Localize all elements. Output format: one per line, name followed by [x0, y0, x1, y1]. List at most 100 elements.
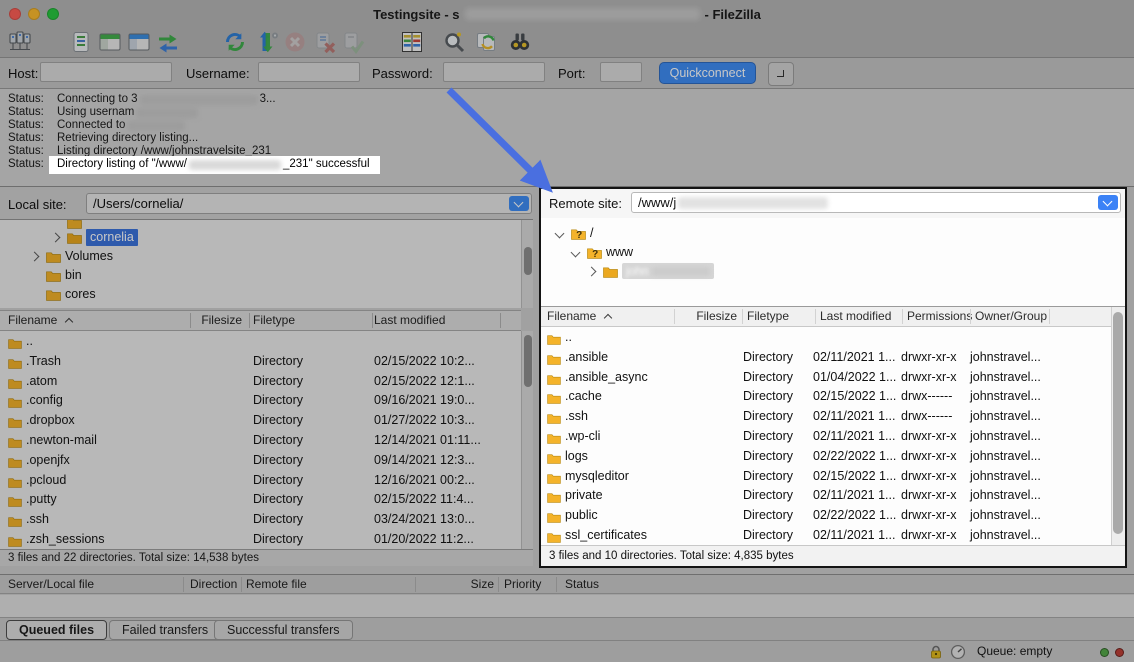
file-row-pcloud[interactable]: .pcloudDirectory12/16/2021 00:2... — [0, 470, 521, 490]
column-divider[interactable] — [500, 313, 501, 328]
file-row-mysqleditor[interactable]: mysqleditorDirectory02/15/2022 1...drwxr… — [541, 466, 1111, 486]
connection-error-indicator — [1115, 648, 1124, 657]
remote-tree-icon[interactable] — [127, 30, 151, 54]
column-divider[interactable] — [902, 309, 903, 324]
password-label: Password: — [372, 66, 433, 81]
port-input[interactable] — [600, 62, 642, 82]
username-input[interactable] — [258, 62, 360, 82]
column-divider[interactable] — [970, 309, 971, 324]
file-row-ansible-async[interactable]: .ansible_asyncDirectory01/04/2022 1...dr… — [541, 367, 1111, 387]
column-header-priority[interactable]: Priority — [504, 575, 541, 593]
remote-site-dropdown-button[interactable] — [1098, 195, 1118, 210]
synchronized-browsing-icon[interactable] — [474, 30, 498, 54]
column-header-remote-file[interactable]: Remote file — [246, 575, 307, 593]
find-files-icon[interactable] — [508, 30, 532, 54]
lock-icon[interactable] — [928, 644, 944, 660]
column-divider[interactable] — [674, 309, 675, 324]
file-row-private[interactable]: privateDirectory02/11/2021 1...drwxr-xr-… — [541, 485, 1111, 505]
column-header-size[interactable]: Size — [420, 575, 494, 593]
tab-queued-files[interactable]: Queued files — [6, 620, 107, 640]
column-header-owner-group[interactable]: Owner/Group — [975, 307, 1047, 326]
file-row-newton-mail[interactable]: .newton-mailDirectory12/14/2021 01:11... — [0, 430, 521, 450]
file-row-config[interactable]: .configDirectory09/16/2021 19:0... — [0, 390, 521, 410]
tab-failed-transfers[interactable]: Failed transfers — [109, 620, 221, 640]
local-site-combobox[interactable]: /Users/cornelia/ — [86, 193, 532, 214]
file-row-public[interactable]: publicDirectory02/22/2022 1...drwxr-xr-x… — [541, 505, 1111, 525]
column-header-direction[interactable]: Direction — [190, 575, 237, 593]
column-header-status[interactable]: Status — [565, 575, 599, 593]
filter-icon[interactable] — [442, 30, 466, 54]
column-divider[interactable] — [241, 577, 242, 592]
quickconnect-dropdown-button[interactable] — [768, 62, 794, 86]
file-row-ansible[interactable]: .ansibleDirectory02/11/2021 1...drwxr-xr… — [541, 347, 1111, 367]
column-header-filesize[interactable]: Filesize — [679, 307, 737, 326]
transfer-queue-icon[interactable] — [156, 30, 180, 54]
file-row-putty[interactable]: .puttyDirectory02/15/2022 11:4... — [0, 489, 521, 509]
column-divider[interactable] — [190, 313, 191, 328]
process-queue-icon[interactable] — [256, 30, 280, 54]
site-manager-icon[interactable] — [8, 30, 32, 54]
column-header-filesize[interactable]: Filesize — [192, 311, 242, 330]
local-tree-scrollbar-thumb[interactable] — [524, 247, 532, 275]
file-row-ssh[interactable]: .sshDirectory03/24/2021 13:0... — [0, 509, 521, 529]
directory-comparison-icon[interactable] — [400, 30, 424, 54]
column-divider[interactable] — [815, 309, 816, 324]
chevron-right-icon[interactable] — [51, 233, 61, 243]
column-header-filetype[interactable]: Filetype — [253, 311, 295, 330]
file-row-dropbox[interactable]: .dropboxDirectory01/27/2022 10:3... — [0, 410, 521, 430]
file-row-wp-cli[interactable]: .wp-cliDirectory02/11/2021 1...drwxr-xr-… — [541, 426, 1111, 446]
quickconnect-button[interactable]: Quickconnect — [659, 62, 756, 84]
column-header-filetype[interactable]: Filetype — [747, 307, 789, 326]
tree-item-cores[interactable]: cores — [0, 285, 521, 304]
file-row-atom[interactable]: .atomDirectory02/15/2022 12:1... — [0, 371, 521, 391]
file-row-zsh-sessions[interactable]: .zsh_sessionsDirectory01/20/2022 11:2... — [0, 529, 521, 549]
file-owner-group: johnstravel... — [970, 426, 1041, 446]
column-divider[interactable] — [556, 577, 557, 592]
chevron-down-icon[interactable] — [571, 248, 581, 258]
file-row-logs[interactable]: logsDirectory02/22/2022 1...drwxr-xr-xjo… — [541, 446, 1111, 466]
local-site-dropdown-button[interactable] — [509, 196, 529, 211]
host-input[interactable] — [40, 62, 172, 82]
column-divider[interactable] — [415, 577, 416, 592]
column-header-last-modified[interactable]: Last modified — [820, 307, 891, 326]
file-row-cache[interactable]: .cacheDirectory02/15/2022 1...drwx------… — [541, 386, 1111, 406]
local-tree-icon[interactable] — [98, 30, 122, 54]
column-header-permissions[interactable]: Permissions — [907, 307, 972, 326]
file-row-trash[interactable]: .TrashDirectory02/15/2022 10:2... — [0, 351, 521, 371]
local-list-scrollbar-thumb[interactable] — [524, 335, 532, 387]
column-header-filename[interactable]: Filename — [8, 311, 72, 330]
column-divider[interactable] — [1049, 309, 1050, 324]
tree-item-label: Volumes — [65, 248, 113, 265]
column-divider[interactable] — [249, 313, 250, 328]
chevron-right-icon[interactable] — [587, 267, 597, 277]
column-divider[interactable] — [498, 577, 499, 592]
refresh-icon[interactable] — [223, 30, 247, 54]
tab-successful-transfers[interactable]: Successful transfers — [214, 620, 353, 640]
remote-site-combobox[interactable]: /www/j — [631, 192, 1121, 213]
column-header-last-modified[interactable]: Last modified — [374, 311, 445, 330]
chevron-down-icon[interactable] — [555, 229, 565, 239]
password-input[interactable] — [443, 62, 545, 82]
column-header-filename[interactable]: Filename — [547, 307, 611, 326]
tree-item-cornelia[interactable]: cornelia — [0, 228, 521, 247]
file-row-ssh[interactable]: .sshDirectory02/11/2021 1...drwx------jo… — [541, 406, 1111, 426]
file-type: Directory — [253, 450, 303, 470]
tree-item-www[interactable]: ? www — [541, 243, 1125, 262]
file-row-[interactable]: .. — [0, 331, 521, 351]
file-last-modified: 09/14/2021 12:3... — [374, 450, 475, 470]
column-divider[interactable] — [183, 577, 184, 592]
column-divider[interactable] — [372, 313, 373, 328]
tree-item-john[interactable]: john — [541, 262, 1125, 281]
file-row-ssl-certificates[interactable]: ssl_certificatesDirectory02/11/2021 1...… — [541, 525, 1111, 545]
column-divider[interactable] — [742, 309, 743, 324]
file-owner-group: johnstravel... — [970, 386, 1041, 406]
remote-list-scrollbar-thumb[interactable] — [1113, 312, 1123, 534]
message-log-icon[interactable] — [69, 30, 93, 54]
tree-item-[interactable]: ? / — [541, 224, 1125, 243]
file-row-openjfx[interactable]: .openjfxDirectory09/14/2021 12:3... — [0, 450, 521, 470]
chevron-right-icon[interactable] — [30, 252, 40, 262]
tree-item-bin[interactable]: bin — [0, 266, 521, 285]
column-header-server-local-file[interactable]: Server/Local file — [8, 575, 94, 593]
file-row-[interactable]: .. — [541, 327, 1111, 347]
tree-item-volumes[interactable]: Volumes — [0, 247, 521, 266]
